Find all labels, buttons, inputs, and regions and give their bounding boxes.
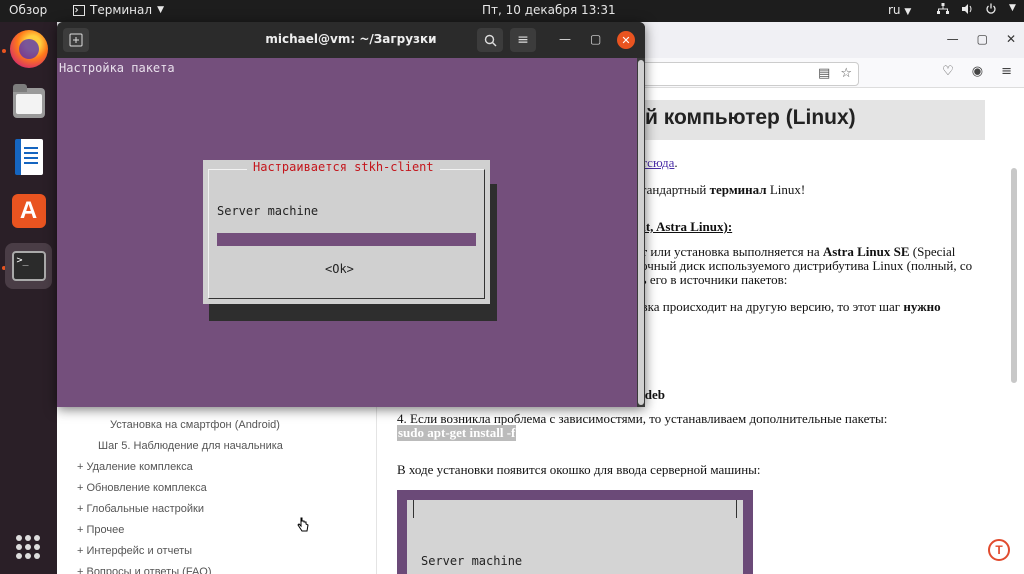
server-input-field[interactable] — [217, 233, 476, 246]
illustration-label: Server machine — [421, 554, 523, 568]
config-dialog: Настраивается stkh-client Server machine… — [203, 160, 490, 304]
maximize-icon[interactable]: ▢ — [977, 32, 988, 46]
terminal-window: michael@vm: ~/Загрузки ≡ — ▢ ✕ Настройка… — [57, 22, 645, 407]
page-title: й компьютер (Linux) — [635, 100, 985, 140]
reader-view-icon[interactable]: ▤ — [818, 66, 830, 81]
sidebar-item-step5[interactable]: Шаг 5. Наблюдение для начальника — [98, 440, 283, 452]
page-scrollbar[interactable] — [1011, 168, 1017, 383]
app-menu[interactable]: Терминал ▼ — [73, 3, 164, 17]
article-line-2: int, Astra Linux): — [635, 219, 733, 234]
clock[interactable]: Пт, 10 декабря 13:31 — [482, 3, 616, 17]
hamburger-menu-button[interactable]: ≡ — [510, 28, 536, 52]
maximize-icon[interactable]: ▢ — [590, 32, 601, 46]
illustration-dialog: Server machine — [407, 500, 743, 574]
code-snippet: sudo apt-get install -f — [397, 425, 517, 441]
app-menu-label: Терминал — [90, 3, 153, 17]
account-icon[interactable]: ◉ — [972, 64, 983, 79]
activities-button[interactable]: Обзор — [9, 3, 47, 17]
pocket-icon[interactable]: ♡ — [942, 64, 954, 79]
software-store-icon: A — [11, 194, 46, 228]
dock-item-terminal[interactable]: >_ — [5, 243, 52, 289]
gnome-top-bar: Обзор Терминал ▼ Пт, 10 декабря 13:31 ru… — [0, 0, 1024, 22]
screenshot-illustration: Server machine — [397, 490, 753, 574]
article-line-1: стандартный терминал Linux! — [635, 182, 806, 197]
sidebar-item-faq[interactable]: + Вопросы и ответы (FAQ) — [77, 566, 212, 574]
watermark-logo: T — [988, 539, 1010, 561]
chevron-down-icon: ▼ — [904, 7, 912, 17]
dock-item-firefox[interactable] — [5, 26, 52, 72]
minimize-icon[interactable]: — — [947, 32, 959, 46]
chevron-down-icon: ▼ — [1009, 3, 1016, 13]
power-icon — [986, 3, 996, 14]
files-icon — [12, 84, 45, 118]
bookmark-star-icon[interactable]: ☆ — [840, 66, 852, 81]
dialog-label: Server machine — [217, 204, 319, 218]
show-apps-icon[interactable] — [16, 535, 40, 559]
terminal-app-icon — [73, 4, 85, 16]
chevron-down-icon: ▼ — [157, 5, 164, 15]
sidebar-item-android[interactable]: Установка на смартфон (Android) — [110, 419, 280, 431]
keyboard-layout[interactable]: ru ▼ — [888, 3, 911, 17]
terminal-titlebar[interactable]: michael@vm: ~/Загрузки ≡ — ▢ ✕ — [57, 22, 645, 58]
dock-item-files[interactable] — [5, 80, 52, 126]
article-line-9: В ходе установки появится окошко для вво… — [397, 462, 761, 477]
sidebar-item-other[interactable]: + Прочее — [77, 524, 124, 536]
menu-icon[interactable]: ≡ — [1001, 64, 1012, 79]
search-icon — [484, 34, 496, 46]
article-line-6: овка происходит на другую версию, то это… — [635, 299, 941, 314]
network-icon — [937, 3, 949, 14]
close-icon[interactable]: ✕ — [617, 31, 635, 49]
minimize-icon[interactable]: — — [559, 32, 571, 46]
firefox-icon — [9, 30, 48, 68]
terminal-scrollbar[interactable] — [637, 58, 645, 407]
search-button[interactable] — [477, 28, 503, 52]
sidebar-item-global-settings[interactable]: + Глобальные настройки — [77, 503, 204, 515]
system-tray[interactable]: ▼ — [937, 3, 1016, 15]
close-icon[interactable]: ✕ — [1006, 32, 1016, 46]
ok-button[interactable]: <Ok> — [325, 262, 354, 276]
package-config-header: Настройка пакета — [59, 61, 175, 75]
sidebar-item-interface[interactable]: + Интерфейс и отчеты — [77, 545, 192, 557]
article-line-5: ть его в источники пакетов: — [635, 272, 788, 287]
hand-cursor-icon — [297, 517, 309, 532]
terminal-icon: >_ — [11, 251, 46, 281]
ubuntu-dock: A >_ — [0, 22, 57, 574]
volume-icon — [962, 4, 972, 14]
sidebar-item-update[interactable]: + Обновление комплекса — [77, 482, 207, 494]
menu-icon: ≡ — [517, 32, 529, 48]
sidebar-item-uninstall[interactable]: + Удаление комплекса — [77, 461, 193, 473]
writer-icon — [14, 139, 43, 175]
dock-item-software[interactable]: A — [5, 188, 52, 234]
terminal-body[interactable]: Настройка пакета Настраивается stkh-clie… — [57, 58, 637, 407]
terminal-title: michael@vm: ~/Загрузки — [265, 32, 437, 46]
dialog-title: Настраивается stkh-client — [247, 160, 440, 174]
dock-item-writer[interactable] — [5, 134, 52, 180]
